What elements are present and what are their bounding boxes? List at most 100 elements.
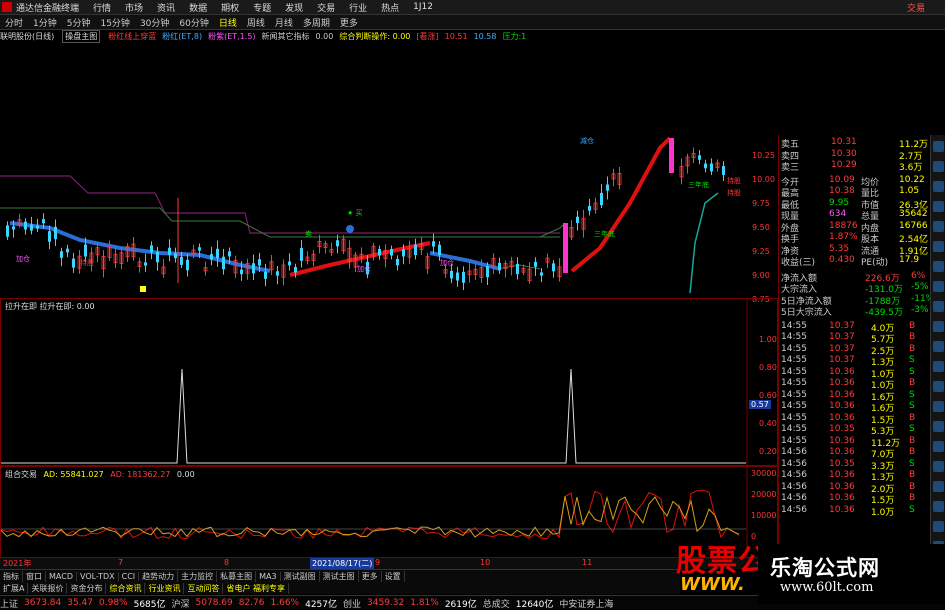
- side-tool-icon[interactable]: [933, 441, 944, 452]
- period-15min[interactable]: 15分钟: [100, 16, 129, 29]
- date-m7: 7: [118, 558, 124, 567]
- candle-down: [48, 231, 51, 242]
- side-tool-icon[interactable]: [933, 381, 944, 392]
- period-monthly[interactable]: 月线: [275, 16, 293, 29]
- tab-window[interactable]: 窗口: [23, 571, 46, 582]
- side-tool-icon[interactable]: [933, 221, 944, 232]
- indicator-values: 粉红线上穿蓝 粉红(ET,8) 粉紫(ET,1.5) 新闻其它指标 0.00 综合判断操作…: [108, 31, 532, 42]
- sell-price: 10.30: [831, 148, 857, 159]
- status-item: 3673.84: [24, 598, 62, 608]
- menu-quotes[interactable]: 行情: [93, 1, 111, 14]
- indicator-panel-lasheng[interactable]: 拉升在即 拉升在即: 0.00 1.00 0.80 0.60 0.40 0.20 0.5…: [0, 298, 778, 466]
- side-tool-icon[interactable]: [933, 181, 944, 192]
- info-tab[interactable]: 互动问答: [184, 582, 224, 594]
- tab-macd[interactable]: MACD: [46, 572, 77, 581]
- side-tool-icon[interactable]: [933, 501, 944, 512]
- candle-down: [540, 272, 543, 276]
- tick-time: 14:56: [781, 504, 807, 515]
- indicator-panel-zuhe[interactable]: 组合交易 AD: 55841.027 AD: 181362.27 0.00 30…: [0, 466, 778, 558]
- tab-more[interactable]: 更多: [359, 571, 382, 582]
- candle-down: [402, 249, 405, 257]
- menu-industry[interactable]: 行业: [349, 1, 367, 14]
- period-more[interactable]: 更多: [340, 16, 358, 29]
- tab-indicator[interactable]: 指标: [0, 571, 23, 582]
- candle-down: [722, 166, 725, 175]
- menu-discover[interactable]: 发现: [285, 1, 303, 14]
- tick-side: S: [909, 366, 915, 377]
- menu-data[interactable]: 数据: [189, 1, 207, 14]
- menu-extra[interactable]: 1J12: [413, 2, 433, 12]
- tick-time: 14:55: [781, 401, 807, 411]
- info-tab[interactable]: 扩展A: [0, 582, 29, 594]
- side-tool-icon[interactable]: [933, 421, 944, 432]
- candle-down: [210, 254, 213, 260]
- side-tool-icon[interactable]: [933, 161, 944, 172]
- side-tool-icon[interactable]: [933, 241, 944, 252]
- candle-down: [534, 262, 537, 267]
- yellow-marker: [140, 286, 146, 292]
- side-tool-icon[interactable]: [933, 521, 944, 532]
- menu-market[interactable]: 市场: [125, 1, 143, 14]
- menu-options[interactable]: 期权: [221, 1, 239, 14]
- tab-vol[interactable]: VOL-TDX: [77, 572, 119, 581]
- panel2-axis-tick: 0.40: [759, 419, 777, 428]
- side-tool-icon[interactable]: [933, 301, 944, 312]
- candle-down: [198, 247, 201, 251]
- tab-cci[interactable]: CCI: [119, 572, 140, 581]
- tab-test-sub[interactable]: 测试副图: [281, 571, 320, 582]
- side-tool-icon[interactable]: [933, 341, 944, 352]
- main-price-chart[interactable]: 加仓 持股 ★ 买卖加仓 加仓 三年底 三年底 减仓 持股 持股 10.25 10.00 9.75 9…: [0, 43, 778, 304]
- period-weekly[interactable]: 周线: [247, 16, 265, 29]
- side-tool-icon[interactable]: [933, 361, 944, 372]
- quote-row: 收益(三) 0.430 PE(动) 17.9: [781, 255, 931, 268]
- status-item: 中安证券上海: [559, 599, 614, 610]
- period-30min[interactable]: 30分钟: [140, 16, 169, 29]
- side-tool-icon[interactable]: [933, 201, 944, 212]
- side-tool-icon[interactable]: [933, 461, 944, 472]
- info-tab[interactable]: 综合资讯: [106, 582, 146, 594]
- stat-label: 收益(三): [781, 258, 816, 268]
- period-toolbar: 分时 1分钟 5分钟 15分钟 30分钟 60分钟 日线 周线 月线 多周期 更…: [0, 15, 945, 30]
- tick-time: 14:55: [781, 355, 807, 365]
- trade-system-button[interactable]: 交易: [907, 1, 925, 14]
- period-daily[interactable]: 日线: [219, 16, 237, 29]
- indicator-header: 联明股份(日线) 操盘主图 粉红线上穿蓝 粉红(ET,8) 粉紫(ET,1.5) 新闻…: [0, 29, 945, 43]
- tick-side: B: [909, 332, 916, 342]
- period-multi[interactable]: 多周期: [303, 16, 330, 29]
- price-axis-tick: 9.25: [752, 247, 770, 256]
- side-tool-icon[interactable]: [933, 401, 944, 412]
- info-tab[interactable]: 关联报价: [28, 582, 68, 594]
- side-tool-icon[interactable]: [933, 481, 944, 492]
- tab-ma3[interactable]: MA3: [256, 572, 281, 581]
- tab-monitor[interactable]: 主力监控: [178, 571, 218, 582]
- period-60min[interactable]: 60分钟: [179, 16, 208, 29]
- tab-settings[interactable]: 设置: [382, 571, 405, 582]
- info-tab[interactable]: 省电户 福利专享: [223, 582, 290, 594]
- period-5min[interactable]: 5分钟: [67, 16, 91, 29]
- tick-price: 10.36: [829, 493, 855, 503]
- quote-row: 14:56 10.36 1.3万 B: [781, 470, 931, 483]
- side-tool-icon[interactable]: [933, 281, 944, 292]
- indicator-tag: 10.58: [473, 31, 497, 41]
- period-1min[interactable]: 1分钟: [33, 16, 57, 29]
- panel3-axis-tick: 30000: [751, 469, 777, 478]
- indicator-name[interactable]: 操盘主图: [62, 29, 101, 43]
- side-tool-icon[interactable]: [933, 261, 944, 272]
- stat-value: 16766: [899, 220, 928, 231]
- candle-down: [30, 224, 33, 231]
- side-tool-icon[interactable]: [933, 141, 944, 152]
- tick-time: 14:55: [781, 389, 807, 400]
- info-tab[interactable]: 行业资讯: [145, 582, 185, 594]
- tab-private[interactable]: 私募主图: [217, 571, 257, 582]
- tab-test-main[interactable]: 测试主图: [320, 571, 359, 582]
- info-tab[interactable]: 资金分布: [67, 582, 107, 594]
- tab-trend[interactable]: 趋势动力: [139, 571, 179, 582]
- menu-topics[interactable]: 专题: [253, 1, 271, 14]
- side-tool-icon[interactable]: [933, 321, 944, 332]
- tick-time: 14:56: [781, 470, 807, 480]
- menu-news[interactable]: 资讯: [157, 1, 175, 14]
- stat-value: 5.35: [829, 243, 850, 254]
- period-intraday[interactable]: 分时: [5, 16, 23, 29]
- menu-hot[interactable]: 热点: [381, 1, 399, 14]
- menu-trade[interactable]: 交易: [317, 1, 335, 14]
